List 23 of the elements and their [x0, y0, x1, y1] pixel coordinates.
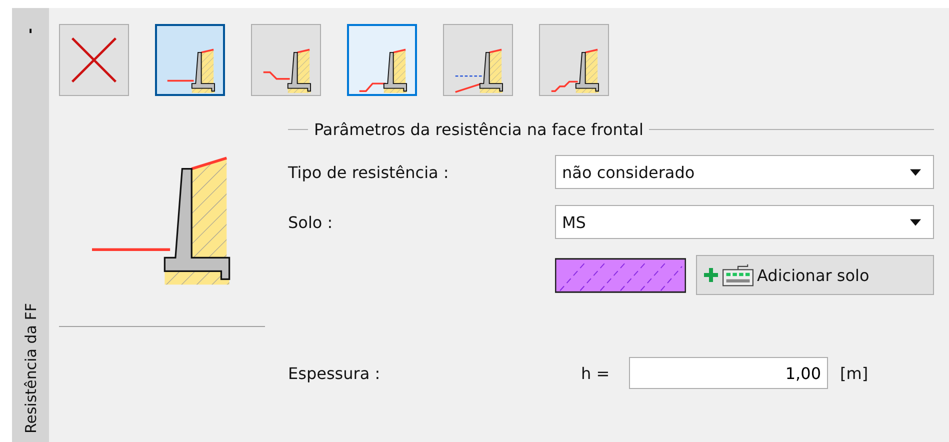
- field-label: Solo :: [288, 212, 334, 232]
- side-tab[interactable]: - Resistência da FF: [12, 8, 49, 442]
- resistance-type-button[interactable]: [347, 24, 417, 96]
- add-soil-button[interactable]: Adicionar solo: [696, 255, 934, 295]
- resistance-type-dropdown[interactable]: não considerado: [555, 155, 934, 189]
- resistance-type-button[interactable]: [59, 24, 129, 96]
- tab-title: Resistência da FF: [22, 303, 40, 434]
- field-label: Espessura :: [288, 364, 382, 382]
- symbol-label: h =: [581, 364, 611, 382]
- resistance-type-button[interactable]: [155, 24, 225, 96]
- plus-icon: [703, 267, 719, 283]
- caret-icon: [910, 168, 921, 176]
- soil-dropdown[interactable]: MS: [555, 205, 934, 239]
- resistance-type-button[interactable]: [251, 24, 321, 96]
- collapse-toggle[interactable]: -: [24, 28, 38, 34]
- unit-label: [m]: [840, 364, 868, 382]
- keyboard-icon: [722, 263, 754, 287]
- field-label: Tipo de resistência :: [288, 162, 450, 182]
- thickness-input[interactable]: 1,00: [629, 357, 828, 389]
- group-title: Parâmetros da resistência na face frontal: [314, 120, 644, 139]
- resistance-type-button[interactable]: [539, 24, 609, 96]
- resistance-type-button[interactable]: [443, 24, 513, 96]
- caret-icon: [910, 218, 921, 226]
